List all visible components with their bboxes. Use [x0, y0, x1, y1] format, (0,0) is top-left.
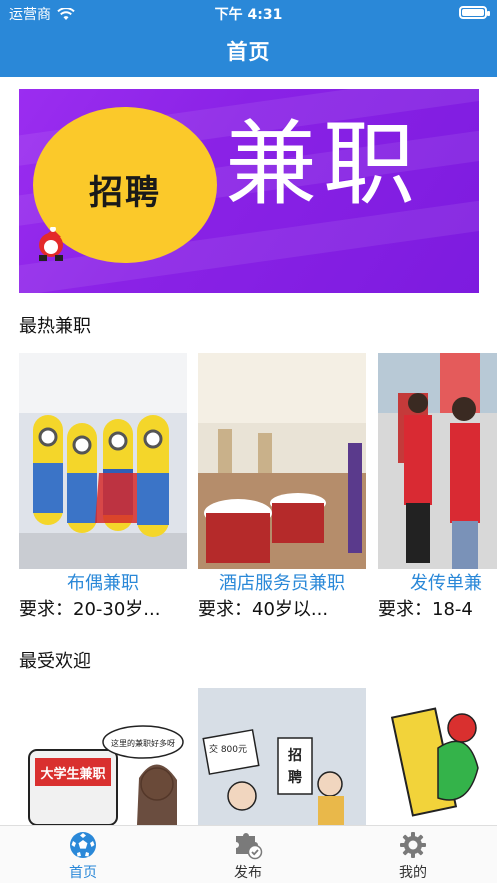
job-image-cartoon [378, 688, 497, 825]
tab-label: 首页 [69, 865, 97, 881]
puzzle-check-icon [236, 833, 263, 860]
svg-text:招: 招 [288, 747, 302, 764]
job-requirement: 要求：18-4 [378, 599, 473, 620]
battery-icon [459, 6, 490, 19]
job-image-hotel [198, 353, 366, 569]
svg-text:交 800元: 交 800元 [209, 743, 247, 755]
svg-text:大学生兼职: 大学生兼职 [40, 766, 105, 782]
hot-jobs-list[interactable]: 布偶兼职 要求：20-30岁... 酒店服务员兼职 要求：40岁以... 发传单… [0, 353, 497, 633]
job-requirement: 要求：20-30岁... [19, 599, 161, 620]
tab-home[interactable]: 首页 [23, 830, 143, 882]
tab-mine[interactable]: 我的 [353, 830, 473, 882]
job-image-flyers [378, 353, 497, 569]
section-title-hot: 最热兼职 [19, 316, 91, 337]
banner-headline: 兼职 [225, 111, 422, 218]
job-requirement: 要求：40岁以... [198, 599, 329, 620]
job-card[interactable]: 大学生兼职 这里的兼职好多呀 [19, 688, 187, 825]
job-card[interactable]: 发传单兼 要求：18-4 [378, 353, 497, 623]
job-name: 酒店服务员兼职 [219, 573, 345, 594]
status-bar: 运营商 下午 4:31 [0, 0, 497, 26]
job-name: 发传单兼 [410, 573, 482, 594]
job-image-mascot [19, 353, 187, 569]
job-card[interactable] [378, 688, 497, 825]
recruitment-banner[interactable]: 招聘 兼职 [19, 89, 479, 293]
football-icon [70, 832, 96, 858]
svg-text:这里的兼职好多呀: 这里的兼职好多呀 [111, 738, 175, 748]
tab-label: 发布 [234, 865, 262, 881]
banner-badge-text: 招聘 [89, 173, 161, 213]
svg-text:聘: 聘 [288, 769, 302, 786]
job-image-student: 大学生兼职 这里的兼职好多呀 [19, 688, 187, 825]
battery-level [462, 9, 484, 16]
job-card[interactable]: 酒店服务员兼职 要求：40岁以... [198, 353, 366, 623]
tab-bar: 首页 发布 我的 [0, 825, 497, 883]
navigation-header: 运营商 下午 4:31 首页 [0, 0, 497, 77]
job-image-recruit: 交 800元 招 聘 [198, 688, 366, 825]
santa-icon [39, 227, 63, 261]
job-card[interactable]: 交 800元 招 聘 [198, 688, 366, 825]
section-title-popular: 最受欢迎 [19, 651, 91, 672]
tab-publish[interactable]: 发布 [188, 830, 308, 882]
status-time: 下午 4:31 [214, 7, 283, 23]
job-card[interactable]: 布偶兼职 要求：20-30岁... [19, 353, 187, 623]
job-name: 布偶兼职 [67, 573, 139, 594]
popular-jobs-list[interactable]: 大学生兼职 这里的兼职好多呀 交 800元 招 聘 [0, 688, 497, 825]
page-title: 首页 [226, 40, 271, 64]
tab-label: 我的 [399, 865, 427, 881]
gear-icon [400, 832, 426, 858]
